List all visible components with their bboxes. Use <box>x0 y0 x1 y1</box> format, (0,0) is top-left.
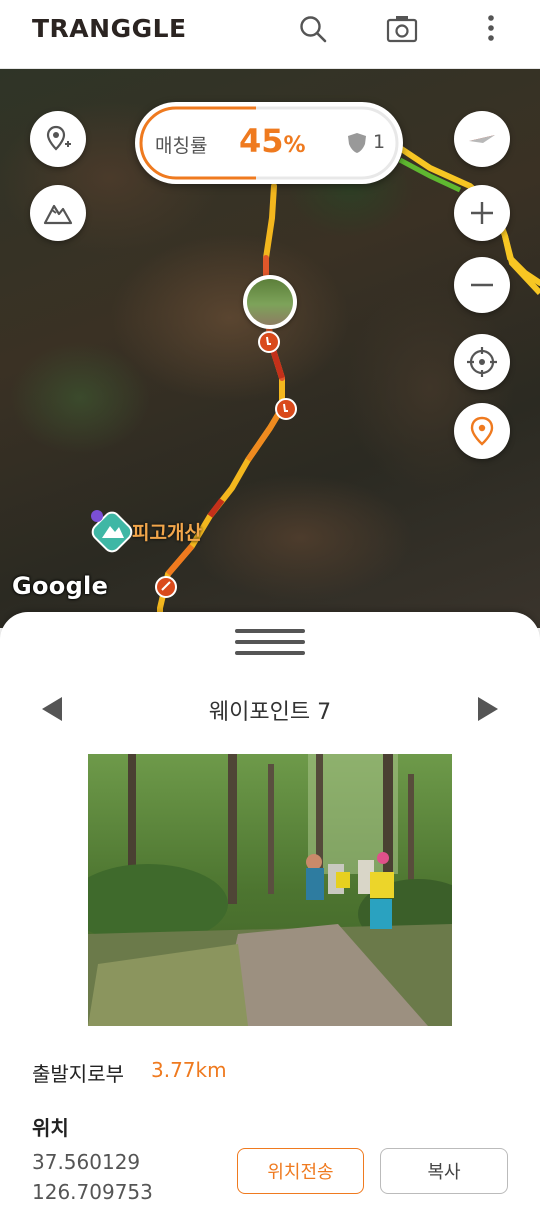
shield-count: 1 <box>373 131 386 153</box>
zoom-in-icon <box>469 200 495 226</box>
drag-handle[interactable] <box>235 629 305 657</box>
waypoint-title: 웨이포인트 7 <box>208 700 332 725</box>
search-icon[interactable] <box>298 14 328 44</box>
my-location-button[interactable] <box>454 334 510 390</box>
route-marker-icon[interactable] <box>258 331 280 353</box>
copy-button[interactable]: 복사 <box>380 1148 508 1194</box>
waypoint-photo[interactable] <box>88 754 452 1026</box>
more-vertical-icon[interactable] <box>482 14 500 44</box>
mountain-button[interactable] <box>30 185 86 241</box>
add-location-button[interactable] <box>30 111 86 167</box>
location-pin-button[interactable] <box>454 403 510 459</box>
longitude-value: 126.709753 <box>32 1180 153 1204</box>
waypoint-photo-pin[interactable] <box>243 275 297 329</box>
peak-label: 피고개산 <box>132 522 202 544</box>
top-bar: TRANGGLE <box>0 0 540 69</box>
compass-icon <box>467 124 497 154</box>
map-view[interactable]: 피고개산 매칭률 45% 1 Google <box>0 68 540 628</box>
match-rate-panel: 매칭률 45% 1 <box>135 102 403 184</box>
add-location-icon <box>43 124 73 154</box>
match-rate-value: 45% <box>239 122 306 160</box>
camera-icon[interactable] <box>386 14 418 44</box>
distance-label: 출발지로부 <box>32 1062 124 1086</box>
my-location-icon <box>466 346 498 378</box>
peak-icon[interactable] <box>89 509 134 554</box>
location-label: 위치 <box>32 1116 69 1140</box>
google-attribution: Google <box>12 572 109 600</box>
mountain-icon <box>43 200 73 226</box>
match-rate-label: 매칭률 <box>155 135 208 157</box>
compass-button[interactable] <box>454 111 510 167</box>
send-location-button[interactable]: 위치전송 <box>237 1148 364 1194</box>
app-logo[interactable]: TRANGGLE <box>32 14 187 43</box>
route-marker-icon[interactable] <box>275 398 297 420</box>
shield-icon <box>347 132 367 158</box>
next-waypoint-icon[interactable] <box>474 694 502 724</box>
zoom-out-icon <box>469 272 495 298</box>
latitude-value: 37.560129 <box>32 1150 141 1174</box>
location-pin-icon <box>469 416 495 446</box>
waypoint-sheet: 웨이포인트 7 출발지로부 3.77km 위치 37.560129 126.70… <box>0 612 540 1223</box>
zoom-out-button[interactable] <box>454 257 510 313</box>
zoom-in-button[interactable] <box>454 185 510 241</box>
route-marker-icon[interactable] <box>155 576 177 598</box>
distance-value: 3.77km <box>151 1058 227 1082</box>
